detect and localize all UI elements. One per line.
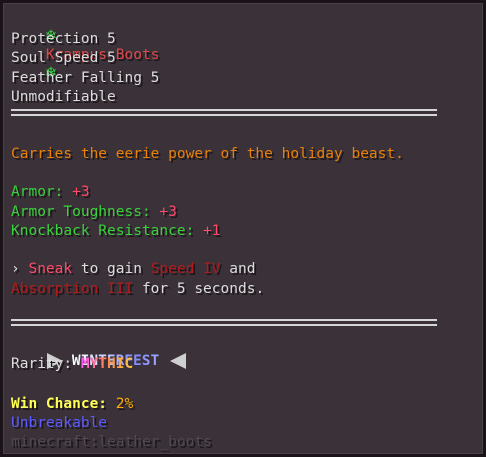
enchantment-line: Protection 5 bbox=[11, 31, 116, 47]
separator bbox=[11, 324, 437, 326]
separator bbox=[11, 114, 437, 116]
ability-line-1: › Sneak to gain Speed IV and bbox=[11, 260, 255, 278]
win-chance-line: Win Chance: 2% bbox=[11, 395, 133, 413]
win-chance-label: Win Chance: bbox=[11, 396, 108, 412]
rarity-value: MYTHIC bbox=[80, 356, 134, 372]
ability-line-2: Absorption III for 5 seconds. bbox=[11, 280, 264, 298]
separator bbox=[11, 319, 437, 321]
stat-label: Knockback Resistance: bbox=[11, 223, 195, 239]
stat-value: +1 bbox=[203, 223, 221, 239]
item-lore: Carries the eerie power of the holiday b… bbox=[11, 146, 404, 162]
unbreakable-tag: Unbreakable bbox=[11, 415, 108, 431]
ability-sneak: Sneak bbox=[28, 261, 73, 277]
win-chance-value: 2% bbox=[115, 396, 134, 412]
stat-armor: Armor: +3 bbox=[11, 183, 90, 201]
triangle-left-icon bbox=[170, 353, 187, 369]
stat-value: +3 bbox=[72, 184, 90, 200]
stat-armor-toughness: Armor Toughness: +3 bbox=[11, 203, 177, 221]
ability-duration: for 5 seconds. bbox=[141, 281, 265, 297]
ability-text: to gain bbox=[80, 261, 142, 277]
item-id: minecraft:leather_boots bbox=[11, 434, 212, 450]
modifiable-status: Unmodifiable bbox=[11, 89, 116, 105]
item-tooltip: ❄ Krampus Boots ❄ Protection 5 Soul Spee… bbox=[0, 0, 486, 457]
ability-prefix: › bbox=[11, 261, 20, 277]
ability-absorption: Absorption III bbox=[11, 281, 134, 297]
stat-label: Armor Toughness: bbox=[11, 204, 151, 220]
stat-label: Armor: bbox=[11, 184, 64, 200]
separator bbox=[11, 109, 437, 111]
rarity-label: Rarity: bbox=[11, 356, 73, 372]
enchantment-line: Feather Falling 5 bbox=[11, 70, 160, 86]
stat-value: +3 bbox=[159, 204, 177, 220]
ability-speed: Speed IV bbox=[150, 261, 221, 277]
rarity-line: Rarity: MYTHIC bbox=[11, 355, 133, 373]
stat-knockback-resistance: Knockback Resistance: +1 bbox=[11, 222, 221, 240]
enchantment-line: Soul Speed 5 bbox=[11, 50, 116, 66]
ability-text: and bbox=[229, 261, 256, 277]
